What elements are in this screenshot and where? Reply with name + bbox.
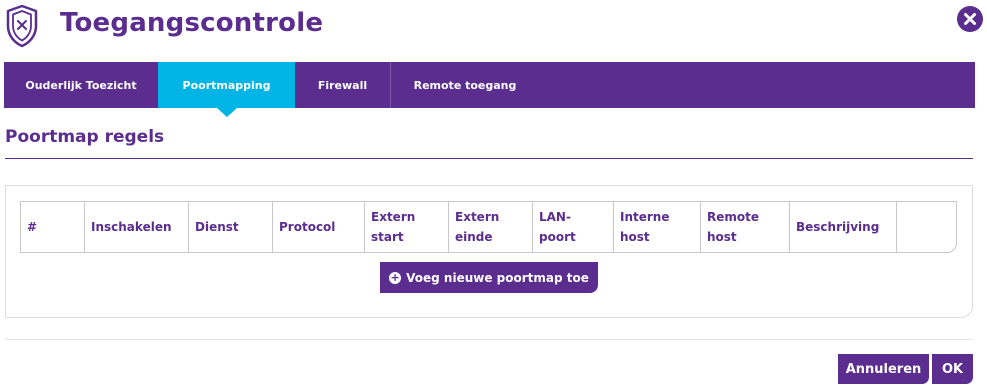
tab-label: Firewall <box>317 78 368 92</box>
portmap-table: # Inschakelen Dienst Protocol Extern star… <box>20 201 957 253</box>
page-title: Toegangscontrole <box>60 8 324 38</box>
column-header-inschakelen: Inschakelen <box>85 202 189 252</box>
column-header-actions <box>897 202 956 252</box>
tab-bar: Ouderlijk Toezicht Poortmapping Firewall… <box>4 62 975 117</box>
column-header-extern-einde: Extern einde <box>449 202 533 252</box>
tab-label: Ouderlijk Toezicht <box>25 78 137 92</box>
plus-circle-icon: + <box>389 270 402 284</box>
footer-divider <box>5 339 973 340</box>
column-header-dienst: Dienst <box>189 202 273 252</box>
close-icon <box>964 13 976 25</box>
add-portmap-label: Voeg nieuwe poortmap toe <box>406 270 589 285</box>
column-header-lan-poort: LAN-poort <box>533 202 614 252</box>
tab-label: Poortmapping <box>182 78 271 92</box>
shield-icon <box>5 4 39 48</box>
section-divider <box>5 158 973 159</box>
cancel-button[interactable]: Annuleren <box>838 354 929 384</box>
ok-button[interactable]: OK <box>932 354 973 384</box>
column-header-extern-start: Extern start <box>365 202 449 252</box>
column-header-number: # <box>21 202 85 252</box>
section-title: Poortmap regels <box>5 127 165 147</box>
close-button[interactable] <box>957 6 983 32</box>
tab-poortmapping[interactable]: Poortmapping <box>158 62 295 117</box>
column-header-beschrijving: Beschrijving <box>790 202 897 252</box>
column-header-remote-host: Remote host <box>701 202 790 252</box>
tab-remote-toegang[interactable]: Remote toegang <box>391 62 539 108</box>
add-portmap-button[interactable]: + Voeg nieuwe poortmap toe <box>380 262 598 293</box>
column-header-protocol: Protocol <box>273 202 365 252</box>
tab-firewall[interactable]: Firewall <box>295 62 391 108</box>
tab-ouderlijk-toezicht[interactable]: Ouderlijk Toezicht <box>4 62 158 108</box>
tab-label: Remote toegang <box>413 78 517 92</box>
column-header-interne-host: Interne host <box>614 202 701 252</box>
